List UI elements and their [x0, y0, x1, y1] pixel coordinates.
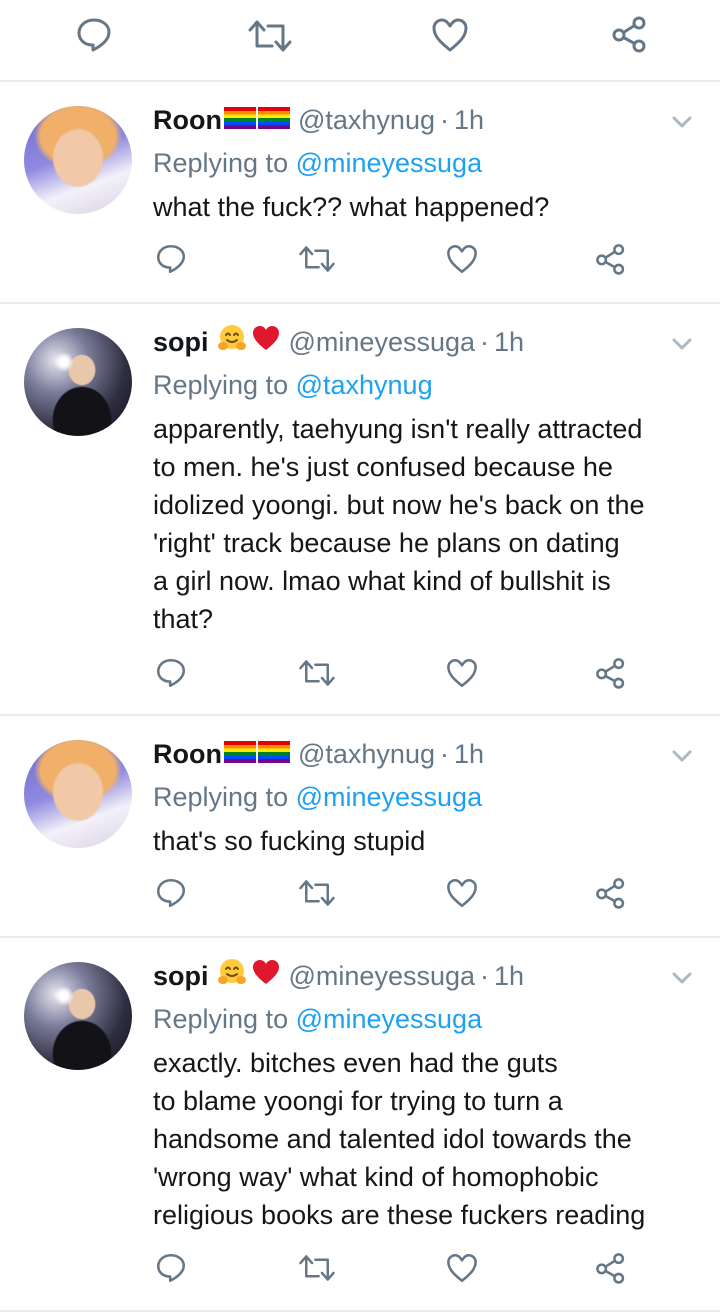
tweet-actions: [0, 876, 720, 916]
chevron-down-icon[interactable]: [670, 744, 694, 768]
display-name[interactable]: Roon: [153, 103, 222, 137]
reply-icon[interactable]: [154, 242, 188, 276]
avatar[interactable]: [24, 740, 132, 848]
tweet-header: sopi @mineyessuga · 1h: [153, 959, 524, 993]
mention-link[interactable]: @taxhynug: [296, 370, 433, 400]
tweet-text: what the fuck?? what happened?: [153, 192, 550, 222]
display-name[interactable]: sopi: [153, 325, 209, 359]
share-icon[interactable]: [594, 876, 628, 910]
heart-icon: [251, 958, 281, 994]
retweet-icon[interactable]: [298, 242, 336, 276]
share-icon[interactable]: [594, 656, 628, 690]
timestamp[interactable]: 1h: [454, 103, 484, 137]
retweet-icon[interactable]: [298, 876, 336, 910]
user-handle[interactable]: @mineyessuga: [289, 325, 476, 359]
replying-to: Replying to @mineyessuga: [153, 780, 482, 814]
user-handle[interactable]: @mineyessuga: [289, 959, 476, 993]
hugging-face-icon: [217, 323, 247, 361]
tweet-header: Roon @taxhynug · 1h: [153, 737, 484, 771]
tweet[interactable]: Roon @taxhynug · 1h Replying to @mineyes…: [0, 716, 720, 938]
reply-icon[interactable]: [154, 656, 188, 690]
retweet-icon[interactable]: [298, 656, 336, 690]
replying-to-label: Replying to: [153, 782, 296, 812]
like-icon[interactable]: [445, 1251, 479, 1285]
share-icon[interactable]: [594, 1251, 628, 1285]
separator-dot: ·: [480, 327, 490, 357]
tweet-header: sopi @mineyessuga · 1h: [153, 325, 524, 359]
retweet-icon[interactable]: [298, 1251, 336, 1285]
tweet-header: Roon @taxhynug · 1h: [153, 103, 484, 137]
reply-icon[interactable]: [154, 1251, 188, 1285]
top-action-bar: [0, 0, 720, 82]
separator-dot: ·: [439, 105, 449, 135]
display-name[interactable]: Roon: [153, 737, 222, 771]
share-icon[interactable]: [610, 14, 650, 54]
chevron-down-icon[interactable]: [670, 332, 694, 356]
timestamp[interactable]: 1h: [494, 325, 524, 359]
tweet-actions: [0, 1251, 720, 1291]
tweet[interactable]: Roon @taxhynug · 1h Replying to @mineyes…: [0, 82, 720, 304]
display-name[interactable]: sopi: [153, 959, 209, 993]
replying-to-label: Replying to: [153, 370, 296, 400]
like-icon[interactable]: [445, 876, 479, 910]
tweet[interactable]: sopi @mineyessuga · 1h Replying to @taxh…: [0, 304, 720, 716]
avatar[interactable]: [24, 106, 132, 214]
timestamp[interactable]: 1h: [454, 737, 484, 771]
hugging-face-icon: [217, 957, 247, 995]
user-handle[interactable]: @taxhynug: [298, 103, 435, 137]
separator-dot: ·: [480, 961, 490, 991]
replying-to: Replying to @mineyessuga: [153, 146, 482, 180]
tweet-text: apparently, taehyung isn't really attrac…: [153, 414, 645, 634]
tweet-actions: [0, 656, 720, 696]
mention-link[interactable]: @mineyessuga: [296, 782, 483, 812]
like-icon[interactable]: [445, 656, 479, 690]
avatar[interactable]: [24, 962, 132, 1070]
user-handle[interactable]: @taxhynug: [298, 737, 435, 771]
chevron-down-icon[interactable]: [670, 110, 694, 134]
rainbow-flag-icon: [257, 737, 290, 771]
retweet-icon[interactable]: [247, 16, 293, 56]
timestamp[interactable]: 1h: [494, 959, 524, 993]
share-icon[interactable]: [594, 242, 628, 276]
replying-to: Replying to @taxhynug: [153, 368, 433, 402]
tweet-text: that's so fucking stupid: [153, 826, 426, 856]
separator-dot: ·: [439, 739, 449, 769]
rainbow-flag-icon: [223, 737, 256, 771]
like-icon[interactable]: [430, 15, 470, 55]
replying-to: Replying to @mineyessuga: [153, 1002, 482, 1036]
mention-link[interactable]: @mineyessuga: [296, 148, 483, 178]
chevron-down-icon[interactable]: [670, 966, 694, 990]
tweet-actions: [0, 242, 720, 282]
replying-to-label: Replying to: [153, 1004, 296, 1034]
replying-to-label: Replying to: [153, 148, 296, 178]
like-icon[interactable]: [445, 242, 479, 276]
rainbow-flag-icon: [257, 103, 290, 137]
mention-link[interactable]: @mineyessuga: [296, 1004, 483, 1034]
tweet-text: exactly. bitches even had the guts to bl…: [153, 1048, 646, 1230]
avatar[interactable]: [24, 328, 132, 436]
tweet[interactable]: sopi @mineyessuga · 1h Replying to @mine…: [0, 938, 720, 1312]
reply-icon[interactable]: [154, 876, 188, 910]
rainbow-flag-icon: [223, 103, 256, 137]
reply-icon[interactable]: [74, 15, 114, 55]
heart-icon: [251, 324, 281, 360]
